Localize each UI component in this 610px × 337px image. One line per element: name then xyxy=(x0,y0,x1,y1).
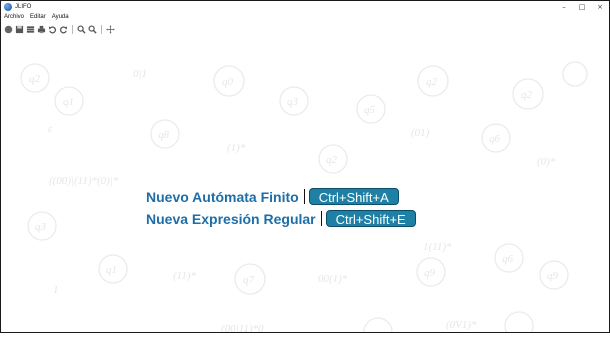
state-q1b: q1 xyxy=(106,264,117,276)
redo-icon xyxy=(59,25,67,33)
app-logo-icon xyxy=(4,2,12,11)
toolbar-separator xyxy=(72,24,73,34)
table-button[interactable] xyxy=(25,24,35,34)
state-q0: q0 xyxy=(222,76,234,88)
toolbar xyxy=(1,23,609,35)
expr-0v1star: (0V1)* xyxy=(446,319,477,331)
expr-epsilon: ε xyxy=(48,123,53,135)
new-automaton-label: Nuevo Autómata Finito xyxy=(146,188,299,205)
state-q6b: q6 xyxy=(502,253,514,265)
background-watermark: q2 q1 q0 q3 q8 q5 q2 q2 q6 q2 q3 q6 q1 q… xyxy=(1,36,609,337)
record-button[interactable] xyxy=(3,24,13,34)
window-title: JLIFO xyxy=(15,3,32,10)
shortcut-row-automata[interactable]: Nuevo Autómata Finito Ctrl+Shift+A xyxy=(146,188,399,205)
menu-ayuda[interactable]: Ayuda xyxy=(49,14,72,20)
expr-00or11: (00|11)*0 xyxy=(221,323,264,332)
move-icon xyxy=(105,24,115,34)
expr-11star: (11)* xyxy=(173,270,197,282)
state-q2b: q2 xyxy=(426,76,438,88)
undo-button[interactable] xyxy=(47,24,57,34)
text-cursor xyxy=(303,189,305,204)
new-automaton-shortcut[interactable]: Ctrl+Shift+A xyxy=(308,188,399,205)
state-q5: q5 xyxy=(364,104,376,116)
state-q8: q8 xyxy=(158,129,170,141)
expr-0or1: 0|1 xyxy=(133,68,147,80)
state-q1: q1 xyxy=(63,96,74,108)
new-regex-shortcut[interactable]: Ctrl+Shift+E xyxy=(325,210,416,227)
shortcut-row-regex[interactable]: Nueva Expresión Regular Ctrl+Shift+E xyxy=(146,210,416,227)
menu-editar[interactable]: Editar xyxy=(27,14,49,20)
window-controls: – □ × xyxy=(555,1,609,12)
menu-archivo[interactable]: Archivo xyxy=(1,14,27,20)
state-q7: q7 xyxy=(243,274,255,286)
state-q2d: q2 xyxy=(326,154,338,166)
record-icon xyxy=(4,25,12,33)
table-icon xyxy=(26,25,34,33)
close-button[interactable]: × xyxy=(591,1,609,12)
print-button[interactable] xyxy=(36,24,46,34)
zoom-out-icon xyxy=(87,24,97,34)
new-regex-label: Nueva Expresión Regular xyxy=(146,210,316,227)
state-q9b: q9 xyxy=(547,270,559,282)
expr-long: ((00)|(11)*(0)|* xyxy=(49,175,119,187)
state-q2: q2 xyxy=(29,73,41,85)
move-button[interactable] xyxy=(105,24,115,34)
print-icon xyxy=(37,25,45,33)
minimize-button[interactable]: – xyxy=(555,1,573,12)
save-button[interactable] xyxy=(14,24,24,34)
maximize-button[interactable]: □ xyxy=(573,1,591,12)
text-cursor xyxy=(320,211,322,226)
zoom-out-button[interactable] xyxy=(87,24,97,34)
menu-bar: Archivo Editar Ayuda xyxy=(1,12,609,22)
zoom-in-icon xyxy=(76,24,86,34)
zoom-in-button[interactable] xyxy=(76,24,86,34)
undo-icon xyxy=(48,25,56,33)
watermark-svg: q2 q1 q0 q3 q8 q5 q2 q2 q6 q2 q3 q6 q1 q… xyxy=(20,61,588,337)
expr-1: 1 xyxy=(53,284,59,296)
state-q3: q3 xyxy=(287,96,299,108)
expr-1-11star: 1(11)* xyxy=(423,241,452,253)
redo-button[interactable] xyxy=(58,24,68,34)
expr-1star: (1)* xyxy=(227,142,246,154)
title-bar: JLIFO – □ × xyxy=(1,1,609,12)
state-q9: q9 xyxy=(424,267,436,279)
save-icon xyxy=(15,25,23,33)
state-q6: q6 xyxy=(489,133,501,145)
expr-0star: (0)* xyxy=(537,156,556,168)
expr-00-1star: 00(1)* xyxy=(318,273,348,285)
state-q3b: q3 xyxy=(35,221,47,233)
expr-01: (01) xyxy=(411,127,430,139)
state-q2c: q2 xyxy=(521,89,533,101)
toolbar-separator xyxy=(101,24,102,34)
